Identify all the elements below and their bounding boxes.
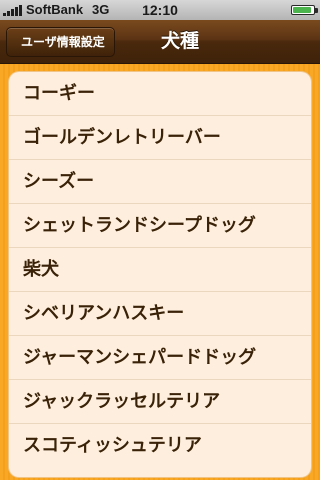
back-button-label: ユーザ情報設定: [21, 35, 105, 49]
battery-level: [293, 7, 311, 13]
clock: 12:10: [142, 2, 178, 18]
breed-list: コーギー ゴールデンレトリーバー シーズー シェットランドシープドッグ 柴犬 シベリアンハ…: [9, 72, 311, 477]
navigation-bar: ユーザ情報設定 犬種: [0, 20, 320, 64]
breed-list-item[interactable]: コーギー: [9, 72, 311, 116]
breed-list-item[interactable]: ジャックラッセルテリア: [9, 380, 311, 424]
content-area: コーギー ゴールデンレトリーバー シーズー シェットランドシープドッグ 柴犬 シベリアンハ…: [0, 64, 320, 480]
battery-icon: [291, 5, 318, 15]
page-title: 犬種: [160, 30, 199, 52]
screen: SoftBank 3G 12:10 ユーザ情報設定 犬種 コーギー ゴールデンレト…: [0, 0, 320, 480]
breed-list-item[interactable]: シェットランドシープドッグ: [9, 204, 311, 248]
breed-list-item[interactable]: シベリアンハスキー: [9, 292, 311, 336]
breed-list-item[interactable]: ゴールデンレトリーバー: [9, 116, 311, 160]
breed-list-item[interactable]: 柴犬: [9, 248, 311, 292]
status-bar: SoftBank 3G 12:10: [0, 0, 320, 20]
breed-list-item[interactable]: シーズー: [9, 160, 311, 204]
back-button[interactable]: ユーザ情報設定: [6, 27, 115, 57]
breed-list-item[interactable]: ジャーマンシェパードドッグ: [9, 336, 311, 380]
breed-list-item[interactable]: スコティッシュテリア: [9, 424, 311, 468]
